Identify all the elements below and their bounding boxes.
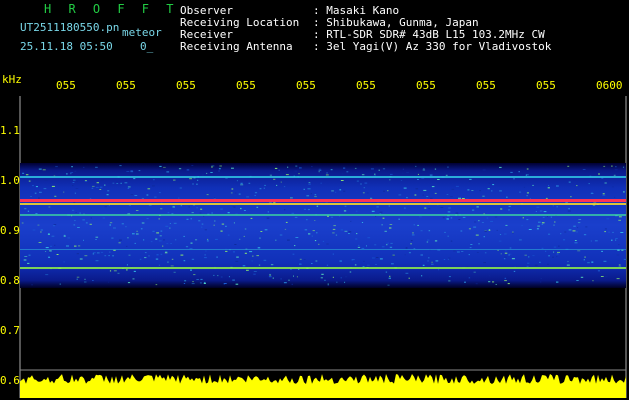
time-tick: 055 — [416, 79, 436, 92]
filename-label: UT2511180550.pn — [20, 21, 120, 34]
time-tick: 0600 — [596, 79, 623, 92]
info-label-antenna: Receiving Antenna — [180, 40, 293, 53]
time-tick: 055 — [56, 79, 76, 92]
carrier-line-main-halo — [20, 203, 626, 205]
time-tick: 055 — [176, 79, 196, 92]
extra-label: 0_ — [140, 40, 154, 53]
carrier-line-secondary — [20, 214, 626, 216]
datetime-label: 25.11.18 05:50 — [20, 40, 113, 53]
amplitude-strip — [20, 374, 626, 398]
time-tick: 055 — [536, 79, 556, 92]
carrier-line-main — [20, 199, 626, 202]
carrier-line-upper — [20, 176, 626, 178]
time-tick: 055 — [476, 79, 496, 92]
carrier-line-lower — [20, 267, 626, 269]
time-tick: 055 — [236, 79, 256, 92]
time-tick: 055 — [356, 79, 376, 92]
time-tick: 055 — [116, 79, 136, 92]
unit-label: kHz — [2, 73, 22, 86]
carrier-line-faint — [20, 249, 626, 250]
spectrogram-plot — [19, 96, 627, 398]
app-title: H R O F F T — [44, 2, 179, 16]
time-tick: 055 — [296, 79, 316, 92]
type-label: meteor — [122, 26, 162, 39]
info-value-antenna: : 3el Yagi(V) Az 330 for Vladivostok — [313, 40, 552, 53]
